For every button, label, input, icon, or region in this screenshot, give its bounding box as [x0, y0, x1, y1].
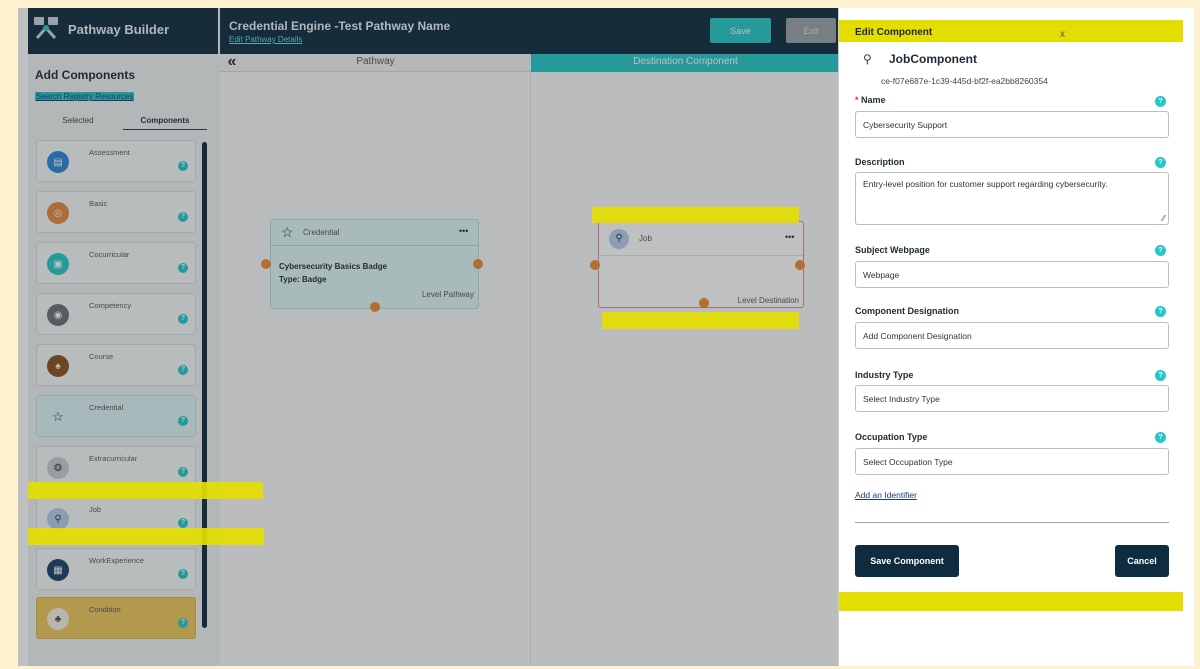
job-icon: ⚲: [863, 52, 872, 66]
resize-handle-icon[interactable]: ⁄⁄: [1162, 214, 1165, 223]
name-label: * Name: [855, 95, 886, 105]
description-textarea[interactable]: Entry-level position for customer suppor…: [855, 172, 1169, 225]
component-designation-label: Component Designation: [855, 306, 959, 316]
add-identifier-link[interactable]: Add an Identifier: [855, 490, 917, 500]
component-name: JobComponent: [889, 52, 977, 66]
occupation-type-label: Occupation Type: [855, 432, 928, 442]
highlight-bar: [602, 312, 799, 329]
highlight-bar: [839, 592, 1183, 611]
name-field[interactable]: Cybersecurity Support: [855, 111, 1169, 138]
app-window: Pathway Builder Add Components Search Re…: [18, 8, 1194, 666]
highlight-bar: [28, 528, 264, 545]
help-icon[interactable]: ?: [1155, 245, 1166, 256]
component-designation-field[interactable]: Add Component Designation: [855, 322, 1169, 349]
industry-type-select[interactable]: Select Industry Type: [855, 385, 1169, 412]
help-icon[interactable]: ?: [1155, 96, 1166, 107]
close-icon[interactable]: x: [1060, 29, 1065, 40]
component-id: ce-f07e687e-1c39-445d-bf2f-ea2bb8260354: [881, 76, 1048, 86]
highlight-bar: [592, 207, 799, 223]
help-icon[interactable]: ?: [1155, 306, 1166, 317]
modal-backdrop: [18, 8, 840, 666]
highlight-bar: [28, 482, 263, 499]
description-text: Entry-level position for customer suppor…: [863, 179, 1108, 189]
help-icon[interactable]: ?: [1155, 370, 1166, 381]
save-component-button[interactable]: Save Component: [855, 545, 959, 577]
divider: [855, 522, 1169, 523]
industry-type-label: Industry Type: [855, 370, 914, 380]
subject-webpage-label: Subject Webpage: [855, 245, 930, 255]
edit-component-panel: Edit Component x ⚲ JobComponent ce-f07e6…: [838, 8, 1194, 666]
name-label-text: Name: [861, 95, 886, 105]
required-mark: *: [855, 95, 859, 105]
help-icon[interactable]: ?: [1155, 432, 1166, 443]
occupation-type-select[interactable]: Select Occupation Type: [855, 448, 1169, 475]
help-icon[interactable]: ?: [1155, 157, 1166, 168]
subject-webpage-field[interactable]: Webpage: [855, 261, 1169, 288]
cancel-button[interactable]: Cancel: [1115, 545, 1169, 577]
panel-heading: Edit Component: [855, 27, 933, 38]
description-label: Description: [855, 157, 905, 167]
